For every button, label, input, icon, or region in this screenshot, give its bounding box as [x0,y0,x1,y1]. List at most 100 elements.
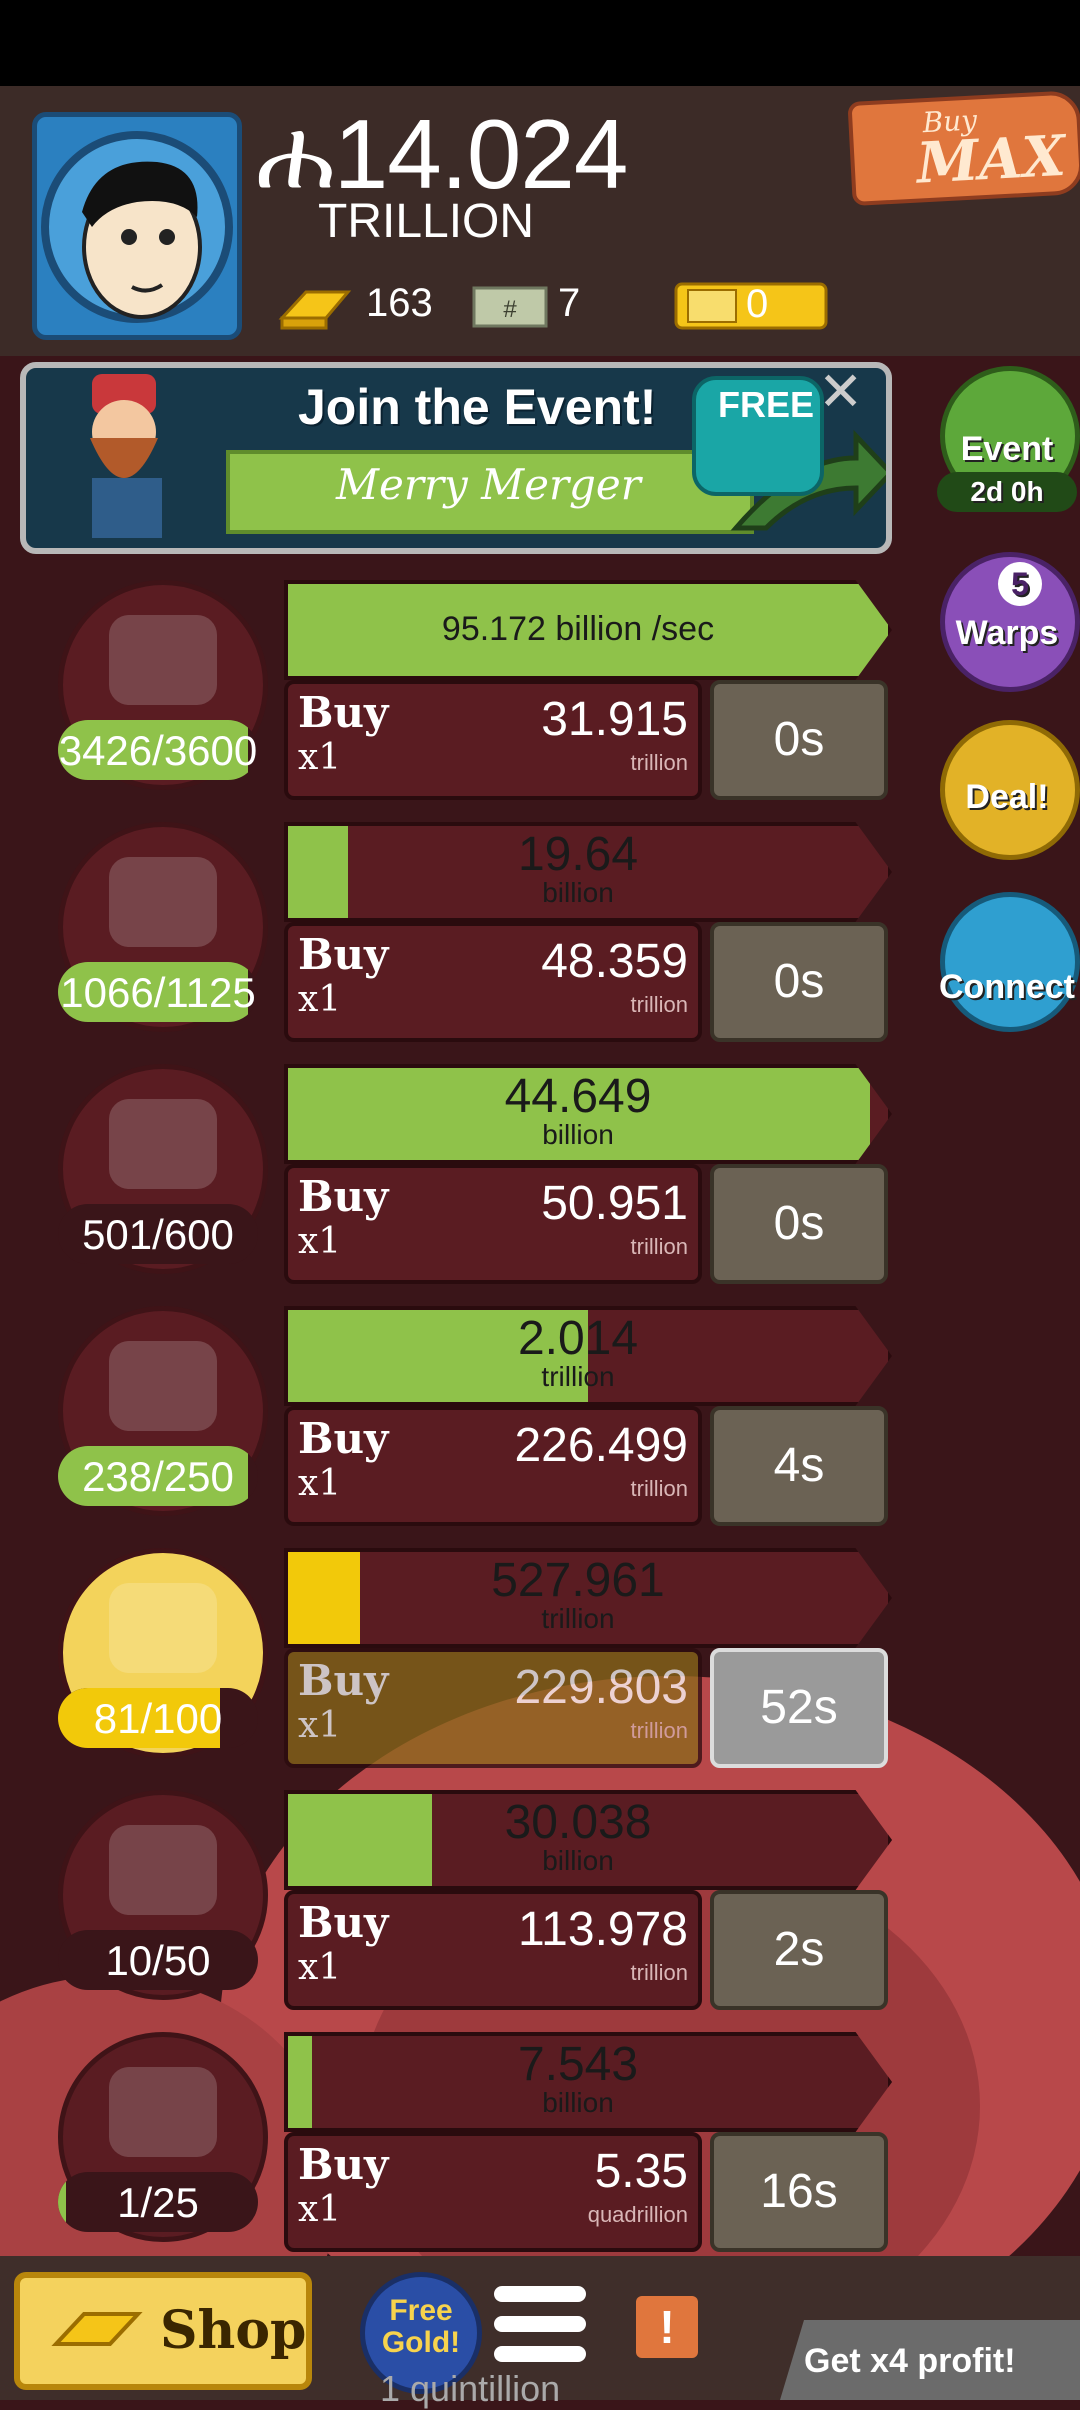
astronaut-avatar-icon [41,131,233,323]
menu-icon[interactable] [494,2286,586,2370]
buy-price-unit: trillion [630,1718,688,1743]
owned-count: 10/50 [105,1937,211,1984]
close-icon[interactable]: ✕ [818,360,863,423]
megaticket-icon: # [472,286,548,328]
shop-button[interactable]: Shop [14,2272,312,2390]
revenue-progress-bar[interactable]: 19.64 billion [284,822,892,922]
revenue-unit: billion [542,1845,614,1876]
owned-count-pill: 81/100 [58,1688,258,1748]
buy-max-label: MAX [915,122,1068,197]
revenue-value: 2.014 [517,1312,639,1365]
money-unit: TRILLION [318,195,535,248]
buy-button[interactable]: Buy x1 229.803 trillion [284,1648,702,1768]
gold-count: 163 [366,281,433,325]
timer-value: 0s [773,1197,825,1250]
revenue-progress-bar[interactable]: 7.543 billion [284,2032,892,2132]
owned-count-pill: 10/50 [58,1930,258,1990]
revenue-value: 30.038 [504,1796,652,1849]
cycle-timer: 2s [710,1890,888,2010]
revenue-value: 95.172 billion /sec [441,610,715,648]
revenue-progress-bar[interactable]: 30.038 billion [284,1790,892,1890]
buy-max-button[interactable]: Buy MAX [847,90,1080,206]
business-row: 1066/1125 19.64 billion Buy x1 48.359 trillion… [0,822,1080,1062]
buy-button[interactable]: Buy x1 50.951 trillion [284,1164,702,1284]
owned-count: 81/100 [93,1695,223,1742]
gold-bars-icon [278,290,352,330]
buy-button[interactable]: Buy x1 113.978 trillion [284,1890,702,2010]
revenue-unit: billion [542,877,614,908]
buy-price: 229.803 [514,1661,688,1714]
revenue-progress-bar[interactable]: 527.961 trillion [284,1548,892,1648]
business-row: 3426/3600 95.172 billion /sec Buy x1 31.915 t… [0,580,1080,820]
get-x4-label: Get x4 profit! [804,2342,1016,2380]
revenue-value: 19.64 [517,828,639,881]
owned-count: 3426/3600 [58,727,258,774]
buy-multiplier: x1 [298,737,342,778]
banner-subtitle: Merry Merger [336,460,641,509]
buy-multiplier: x1 [298,1705,342,1746]
buy-price-unit: trillion [630,1960,688,1985]
buy-price-unit: trillion [630,1234,688,1259]
owned-count-pill: 3426/3600 [58,720,258,780]
banner-title: Join the Event! [298,379,657,435]
brain-sunglasses-icon [109,2067,217,2157]
status-bar [0,0,1080,86]
revenue-progress-bar[interactable]: 44.649 billion [284,1064,892,1164]
owned-count-pill: 1066/1125 [58,962,258,1022]
dollar-portal-icon [109,1583,217,1673]
buy-multiplier: x1 [298,979,342,1020]
buy-price: 48.359 [541,935,688,988]
buy-multiplier: x1 [298,2189,342,2230]
cycle-timer: 52s [710,1648,888,1768]
buy-price-unit: quadrillion [587,2202,688,2227]
buy-label: Buy [298,1414,389,1463]
shop-label: Shop [160,2300,307,2361]
buy-label: Buy [298,1898,389,1947]
revenue-progress-bar[interactable]: 95.172 billion /sec [284,580,892,680]
free-badge-label: FREE [718,384,815,425]
revenue-progress-bar[interactable]: 2.014 trillion [284,1306,892,1406]
owned-count-pill: 238/250 [58,1446,258,1506]
cycle-timer: 0s [710,1164,888,1284]
buy-label: Buy [298,2140,389,2189]
avatar[interactable] [32,112,242,340]
timer-value: 0s [773,713,825,766]
revenue-value: 7.543 [517,2038,639,2091]
ticket-count: 0 [746,282,769,326]
owned-count: 501/600 [82,1211,234,1258]
buy-price: 5.35 [594,2145,688,2198]
megaticket-count: 7 [558,281,581,325]
owned-count-pill: 501/600 [58,1204,258,1264]
buy-price: 31.915 [541,693,688,746]
revenue-value: 44.649 [504,1070,652,1123]
revenue-unit: trillion [541,1603,615,1634]
svg-text:#: # [503,296,517,323]
free-gold-label: Free Gold! [381,2294,461,2359]
get-x4-profit-button[interactable]: Get x4 profit! [780,2320,1080,2400]
buy-price-unit: trillion [630,1476,688,1501]
buy-multiplier: x1 [298,1463,342,1504]
revenue-value: 527.961 [491,1554,665,1607]
gold-bars-icon [51,2312,143,2346]
man-face-icon [109,1099,217,1189]
timer-value: 0s [773,955,825,1008]
buy-button[interactable]: Buy x1 31.915 trillion [284,680,702,800]
revenue-unit: billion [542,2087,614,2118]
astronaut-alien-icon [109,1825,217,1915]
buy-price: 50.951 [541,1177,688,1230]
cycle-timer: 0s [710,680,888,800]
cycle-timer: 4s [710,1406,888,1526]
buy-button[interactable]: Buy x1 48.359 trillion [284,922,702,1042]
rocks-icon [109,615,217,705]
alert-icon[interactable]: ! [636,2296,698,2358]
under-text: 1 quintillion [380,2368,561,2409]
buy-label: Buy [298,1656,389,1705]
event-label: Event [960,430,1054,468]
buy-button[interactable]: Buy x1 226.499 trillion [284,1406,702,1526]
business-row: 1/25 7.543 billion Buy x1 5.35 quadrillion 16s [0,2032,1080,2272]
buy-multiplier: x1 [298,1947,342,1988]
timer-value: 2s [773,1923,825,1976]
owned-count: 1066/1125 [60,969,256,1016]
buy-button[interactable]: Buy x1 5.35 quadrillion [284,2132,702,2252]
buy-label: Buy [298,1172,389,1221]
